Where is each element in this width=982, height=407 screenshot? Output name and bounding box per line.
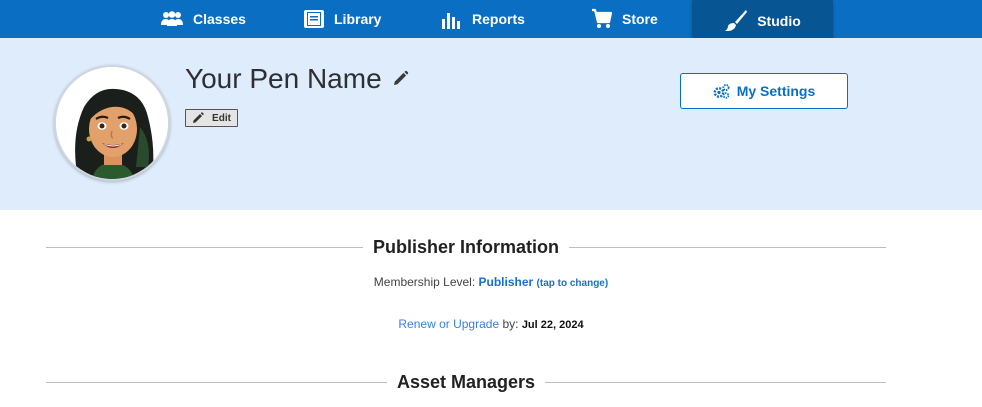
renew-by-text: by: [499, 317, 522, 331]
nav-tab-classes[interactable]: Classes [160, 0, 246, 38]
edit-button-label: Edit [212, 112, 231, 124]
membership-level-value[interactable]: Publisher [479, 275, 534, 289]
gears-icon [713, 83, 730, 99]
nav-tab-label: Reports [472, 11, 525, 27]
nav-tab-store[interactable]: Store [591, 0, 658, 38]
cart-icon [592, 8, 613, 28]
nav-tab-library[interactable]: Library [303, 0, 381, 38]
avatar-icon [56, 67, 168, 179]
divider-line [545, 381, 886, 383]
my-settings-button[interactable]: My Settings [680, 73, 848, 109]
renew-line: Renew or Upgrade by: Jul 22, 2024 [0, 317, 982, 331]
divider-line [46, 381, 387, 383]
book-icon [304, 10, 324, 28]
nav-tab-label: Store [622, 11, 658, 27]
my-settings-label: My Settings [736, 83, 816, 99]
pen-name-text: Your Pen Name [185, 63, 382, 94]
users-icon [161, 11, 183, 26]
nav-tab-label: Library [334, 11, 382, 27]
membership-level-line: Membership Level: Publisher (tap to chan… [0, 275, 982, 289]
bar-chart-icon [442, 13, 460, 29]
top-navigation-bar: Classes Library Reports Store Studio [0, 0, 982, 42]
pen-name-heading: Your Pen Name [185, 60, 409, 98]
tap-to-change-link[interactable]: (tap to change) [537, 278, 609, 289]
divider-line [46, 246, 363, 248]
pencil-icon [193, 112, 204, 123]
divider-line [569, 246, 887, 248]
nav-tab-label: Studio [757, 13, 801, 29]
asset-managers-heading: Asset Managers [46, 370, 886, 394]
nav-tab-studio[interactable]: Studio [692, 0, 833, 42]
edit-pencil-icon[interactable] [391, 70, 409, 88]
membership-level-prefix: Membership Level: [373, 275, 479, 289]
avatar[interactable] [54, 65, 170, 181]
section-title: Publisher Information [373, 236, 560, 257]
nav-tab-reports[interactable]: Reports [441, 0, 525, 38]
renew-or-upgrade-link[interactable]: Renew or Upgrade [398, 317, 499, 331]
paintbrush-icon [725, 10, 748, 31]
publisher-information-heading: Publisher Information [46, 235, 887, 259]
edit-button[interactable]: Edit [185, 109, 238, 127]
section-title: Asset Managers [396, 371, 536, 392]
renew-date: Jul 22, 2024 [521, 319, 584, 331]
nav-tab-label: Classes [193, 11, 246, 27]
